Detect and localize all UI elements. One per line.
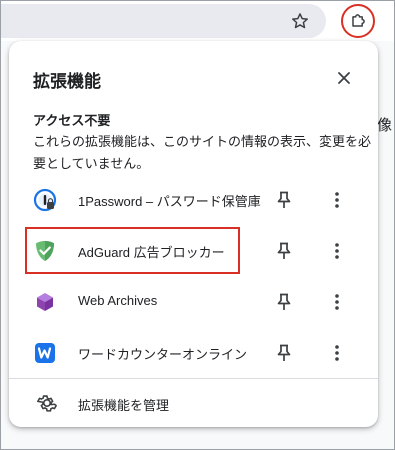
- section-description: これらの拡張機能は、このサイトの情報の表示、変更を必要としていません。: [33, 134, 372, 171]
- extension-row-1password[interactable]: 1Password – パスワード保管庫: [17, 175, 378, 225]
- extensions-button[interactable]: [341, 4, 375, 38]
- pin-icon[interactable]: [272, 341, 296, 365]
- gear-icon: [36, 392, 58, 414]
- extension-name: Web Archives: [78, 293, 158, 308]
- popup-title: 拡張機能: [33, 72, 101, 91]
- pin-icon[interactable]: [272, 290, 296, 314]
- web-archives-cube-icon: [33, 290, 57, 314]
- extensions-popup: 拡張機能 アクセス不要 これらの拡張機能は、このサイトの情報の表示、変更を必要と…: [9, 41, 378, 427]
- extension-row-web-archives[interactable]: Web Archives: [17, 277, 378, 327]
- page-content-text: 像: [377, 117, 393, 134]
- address-bar[interactable]: [1, 4, 326, 38]
- pin-icon[interactable]: [272, 188, 296, 212]
- browser-toolbar: [1, 1, 394, 41]
- highlight-ring: [341, 4, 375, 38]
- bookmark-star-icon[interactable]: [288, 9, 312, 33]
- close-icon[interactable]: [332, 66, 356, 90]
- manage-extensions-label: 拡張機能を管理: [78, 398, 170, 413]
- more-vert-icon[interactable]: [325, 188, 349, 212]
- manage-extensions-button[interactable]: 拡張機能を管理: [9, 379, 378, 427]
- more-vert-icon[interactable]: [325, 290, 349, 314]
- more-vert-icon[interactable]: [325, 239, 349, 263]
- extension-name: 1Password – パスワード保管庫: [78, 194, 261, 209]
- pin-icon[interactable]: [272, 239, 296, 263]
- adguard-highlight-box: [25, 227, 240, 274]
- section-heading: アクセス不要: [33, 113, 111, 128]
- more-vert-icon[interactable]: [325, 341, 349, 365]
- 1password-icon: [33, 188, 57, 212]
- word-counter-w-icon: [33, 341, 57, 365]
- extension-name: ワードカウンターオンライン: [78, 347, 248, 362]
- extension-row-word-counter[interactable]: ワードカウンターオンライン: [17, 328, 378, 378]
